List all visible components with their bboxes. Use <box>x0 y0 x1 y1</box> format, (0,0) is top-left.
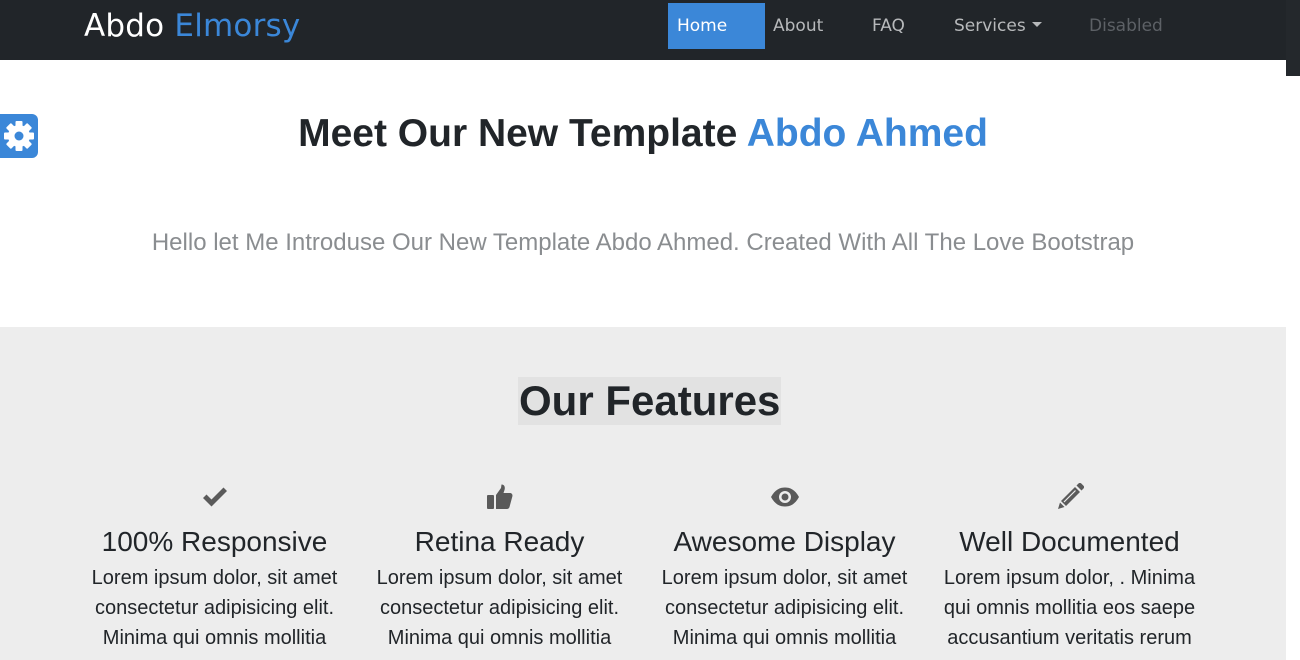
brand-main: Abdo <box>84 8 165 44</box>
nav-faq[interactable]: FAQ <box>872 3 905 49</box>
hero-title-accent: Abdo Ahmed <box>746 112 988 155</box>
feature-text-line: Minima qui omnis mollitia <box>672 627 897 649</box>
feature-text-line: Lorem ipsum dolor, sit amet <box>91 567 338 589</box>
nav-disabled: Disabled <box>1089 16 1163 36</box>
eye-icon <box>642 482 927 512</box>
nav-about[interactable]: About <box>773 3 823 49</box>
features-section: Our Features 100% Responsive Lorem ipsum… <box>0 327 1286 660</box>
feature-text-line: consectetur adipisicing elit. <box>94 597 334 619</box>
hero-title: Meet Our New Template Abdo Ahmed <box>0 112 1286 156</box>
nav-home[interactable]: Home <box>668 3 765 49</box>
hero-subtitle: Hello let Me Introduse Our New Template … <box>151 229 1135 256</box>
feature-text: Lorem ipsum dolor, sit amet consectetur … <box>357 563 642 653</box>
caret-down-icon <box>1031 22 1042 27</box>
feature-text: Lorem ipsum dolor, sit amet consectetur … <box>72 563 357 653</box>
feature-title: 100% Responsive <box>101 526 328 557</box>
navbar: Abdo Elmorsy Home About FAQ Services Dis… <box>0 0 1286 60</box>
hero-title-main: Meet Our New Template <box>298 112 738 155</box>
feature-card: 100% Responsive Lorem ipsum dolor, sit a… <box>72 482 357 653</box>
brand-accent: Elmorsy <box>174 8 301 44</box>
scrollbar-track[interactable] <box>1286 0 1300 660</box>
check-icon <box>72 482 357 512</box>
feature-text-line: consectetur adipisicing elit. <box>664 597 904 619</box>
feature-text-line: Minima qui omnis mollitia <box>387 627 612 649</box>
scrollbar-thumb[interactable] <box>1286 0 1300 76</box>
thumbs-up-icon <box>357 482 642 512</box>
feature-title: Retina Ready <box>414 526 585 557</box>
feature-text-line: Minima qui omnis mollitia <box>102 627 327 649</box>
nav-services-dropdown[interactable]: Services <box>954 3 1042 49</box>
pencil-icon <box>927 482 1212 512</box>
feature-card: Awesome Display Lorem ipsum dolor, sit a… <box>642 482 927 653</box>
feature-text-line: Lorem ipsum dolor, . Minima <box>943 567 1196 589</box>
brand-logo[interactable]: Abdo Elmorsy <box>84 8 300 44</box>
feature-text: Lorem ipsum dolor, . Minima qui omnis mo… <box>927 563 1212 653</box>
feature-title: Awesome Display <box>673 526 896 557</box>
feature-card: Retina Ready Lorem ipsum dolor, sit amet… <box>357 482 642 653</box>
nav-services-label: Services <box>954 16 1026 36</box>
feature-title: Well Documented <box>959 526 1180 557</box>
feature-text-line: consectetur adipisicing elit. <box>379 597 619 619</box>
feature-text: Lorem ipsum dolor, sit amet consectetur … <box>642 563 927 653</box>
feature-text-line: accusantium veritatis rerum <box>947 627 1192 649</box>
features-title: Our Features <box>518 377 782 425</box>
feature-text-line: qui omnis mollitia eos saepe <box>943 597 1196 619</box>
feature-card: Well Documented Lorem ipsum dolor, . Min… <box>927 482 1212 653</box>
feature-text-line: Lorem ipsum dolor, sit amet <box>376 567 623 589</box>
feature-text-line: Lorem ipsum dolor, sit amet <box>661 567 908 589</box>
